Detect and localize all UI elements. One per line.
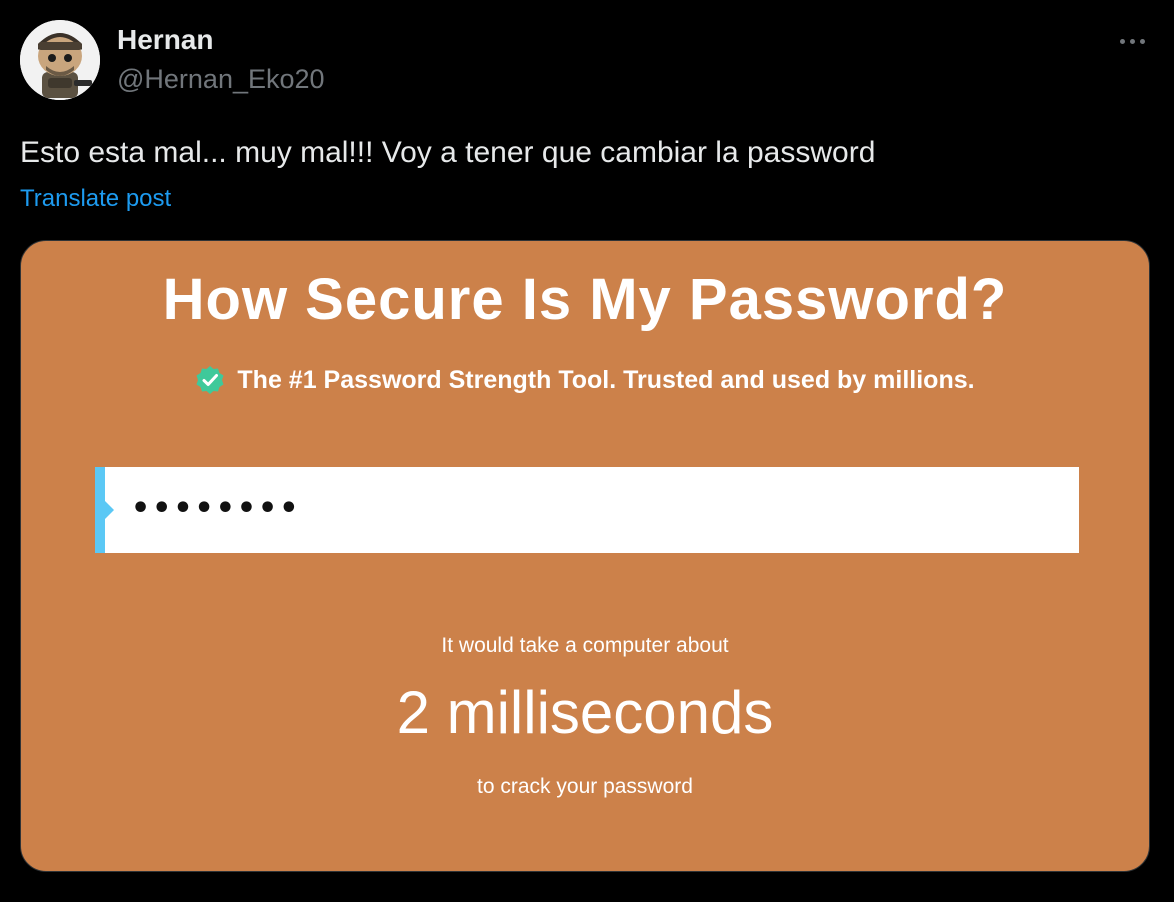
more-horizontal-icon [1119,38,1125,44]
translate-post-link[interactable]: Translate post [20,184,171,214]
input-focus-marker [104,500,114,520]
post-text: Esto esta mal... muy mal!!! Voy a tener … [20,136,876,169]
funko-figure-avatar-icon [20,20,100,100]
more-horizontal-icon-dot [1129,38,1135,44]
password-input[interactable]: •••••••• [95,467,1079,553]
result-suffix: to crack your password [477,775,693,798]
post-media-image[interactable]: How Secure Is My Password? The #1 Passwo… [20,240,1150,872]
verified-check-icon [196,366,224,394]
media-subtitle-row: The #1 Password Strength Tool. Trusted a… [21,365,1149,395]
result-crack-time: 2 milliseconds [396,679,774,746]
password-mask: •••••••• [131,491,301,526]
display-name[interactable]: Hernan [117,23,213,57]
user-handle[interactable]: @Hernan_Eko20 [117,62,325,96]
avatar[interactable] [20,20,100,100]
result-prefix: It would take a computer about [441,634,729,657]
more-options-button[interactable] [1110,26,1154,56]
media-subtitle: The #1 Password Strength Tool. Trusted a… [237,366,975,394]
media-title: How Secure Is My Password? [162,267,1008,332]
more-horizontal-icon-dot [1139,38,1145,44]
